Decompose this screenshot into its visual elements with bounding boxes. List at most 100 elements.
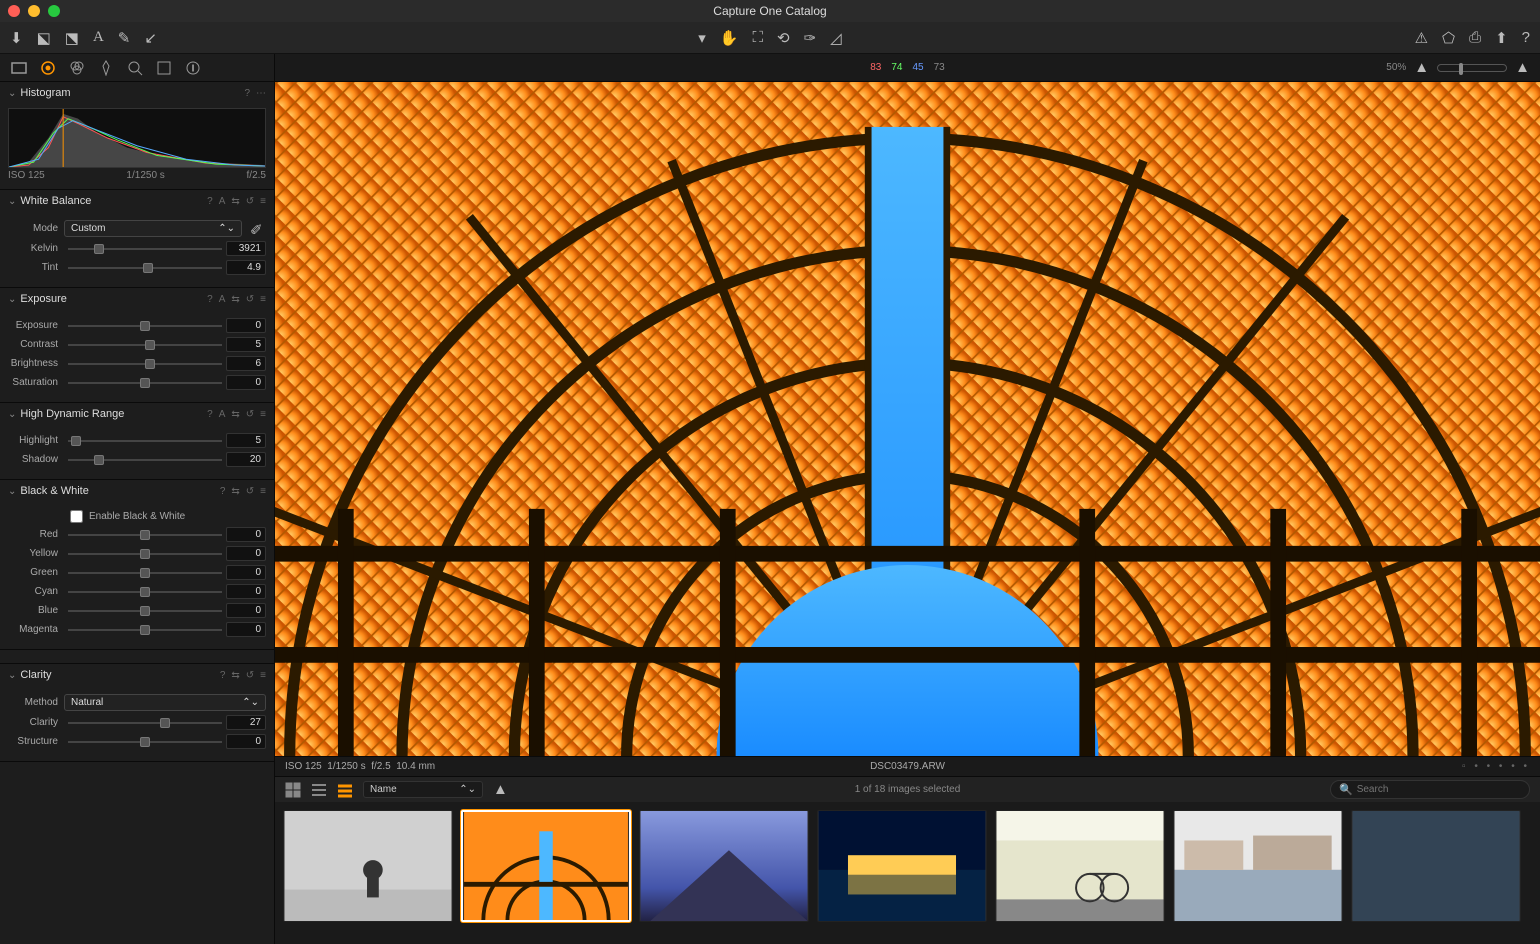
menu-icon[interactable]: ⋯ xyxy=(256,88,266,99)
tab-color-icon[interactable] xyxy=(68,59,86,77)
shadow-slider[interactable] xyxy=(68,459,222,461)
tag-icon[interactable]: ⬠ xyxy=(1442,29,1455,47)
zoom-percent[interactable]: 50% xyxy=(1386,62,1406,73)
help-icon[interactable]: ? xyxy=(220,486,226,497)
close-button[interactable] xyxy=(8,5,20,17)
red-value[interactable]: 0 xyxy=(226,527,266,542)
help-icon[interactable]: ? xyxy=(244,88,250,99)
browser-left-icon[interactable]: ⬕ xyxy=(37,29,51,47)
export-icon[interactable]: ⬆ xyxy=(1495,29,1508,47)
view-grid-icon[interactable] xyxy=(285,782,301,798)
contrast-slider[interactable] xyxy=(68,344,222,346)
clarity-value[interactable]: 27 xyxy=(226,715,266,730)
sort-dir-icon[interactable]: ▲ xyxy=(493,781,508,798)
tab-lens-icon[interactable] xyxy=(39,59,57,77)
menu-icon[interactable]: ≡ xyxy=(260,409,266,420)
erase-icon[interactable]: ↙ xyxy=(144,29,157,47)
menu-icon[interactable]: ≡ xyxy=(260,294,266,305)
exposure-value[interactable]: 0 xyxy=(226,318,266,333)
print-icon[interactable]: ⎙ xyxy=(1469,29,1481,46)
thumbnail[interactable] xyxy=(1351,810,1521,922)
tab-library-icon[interactable] xyxy=(10,59,28,77)
wb-mode-dropdown[interactable]: Custom⌃⌄ xyxy=(64,220,242,237)
blue-value[interactable]: 0 xyxy=(226,603,266,618)
person-right-icon[interactable]: ▲ xyxy=(1515,59,1530,76)
shadow-value[interactable]: 20 xyxy=(226,452,266,467)
menu-icon[interactable]: ≡ xyxy=(260,670,266,681)
highlight-value[interactable]: 5 xyxy=(226,433,266,448)
rotate-icon[interactable]: ⟲ xyxy=(777,29,790,47)
person-left-icon[interactable]: ▲ xyxy=(1414,59,1429,76)
panel-header-clarity[interactable]: ⌄ Clarity ? ⇆ ↺ ≡ xyxy=(0,664,274,686)
color-tag-dots[interactable]: ▫ • • • • • xyxy=(1462,761,1530,772)
reset-icon[interactable]: ↺ xyxy=(246,486,254,497)
reset-icon[interactable]: ↺ xyxy=(246,670,254,681)
eyedropper-icon[interactable]: ✐ xyxy=(250,221,266,237)
cyan-value[interactable]: 0 xyxy=(226,584,266,599)
brush-icon[interactable]: ✎ xyxy=(118,29,131,47)
auto-icon[interactable]: A xyxy=(219,196,226,207)
help-icon[interactable]: ? xyxy=(207,294,213,305)
panel-header-histogram[interactable]: ⌄ Histogram ?⋯ xyxy=(0,82,274,104)
thumbnail[interactable] xyxy=(639,810,809,922)
yellow-value[interactable]: 0 xyxy=(226,546,266,561)
structure-slider[interactable] xyxy=(68,741,222,743)
pan-icon[interactable]: ✋ xyxy=(720,29,739,47)
sort-dropdown[interactable]: Name⌃⌄ xyxy=(363,781,483,798)
warnings-icon[interactable]: ⚠ xyxy=(1415,29,1428,47)
zoom-slider[interactable] xyxy=(1437,64,1507,72)
reset-icon[interactable]: ↺ xyxy=(246,409,254,420)
panel-header-wb[interactable]: ⌄ White Balance ? A ⇆ ↺ ≡ xyxy=(0,190,274,212)
exposure-slider[interactable] xyxy=(68,325,222,327)
search-input[interactable] xyxy=(1357,784,1521,795)
copy-icon[interactable]: ⇆ xyxy=(231,486,239,497)
magenta-value[interactable]: 0 xyxy=(226,622,266,637)
view-filmstrip-icon[interactable] xyxy=(337,782,353,798)
kelvin-slider[interactable] xyxy=(68,248,222,250)
copy-icon[interactable]: ⇆ xyxy=(231,196,239,207)
import-icon[interactable]: ⬇ xyxy=(10,29,23,47)
copy-icon[interactable]: ⇆ xyxy=(231,409,239,420)
thumbnail[interactable] xyxy=(817,810,987,922)
cyan-slider[interactable] xyxy=(68,591,222,593)
green-value[interactable]: 0 xyxy=(226,565,266,580)
browser-right-icon[interactable]: ⬔ xyxy=(65,29,79,47)
tab-detail-icon[interactable] xyxy=(126,59,144,77)
enable-bw-checkbox[interactable] xyxy=(70,510,83,523)
contrast-value[interactable]: 5 xyxy=(226,337,266,352)
method-dropdown[interactable]: Natural⌃⌄ xyxy=(64,694,266,711)
highlight-slider[interactable] xyxy=(68,440,222,442)
copy-icon[interactable]: ⇆ xyxy=(231,294,239,305)
tab-adjust-icon[interactable] xyxy=(155,59,173,77)
thumbnail[interactable] xyxy=(995,810,1165,922)
thumbnail-selected[interactable] xyxy=(461,810,631,922)
cursor-icon[interactable]: ▾ xyxy=(698,29,706,47)
structure-value[interactable]: 0 xyxy=(226,734,266,749)
brightness-value[interactable]: 6 xyxy=(226,356,266,371)
auto-icon[interactable]: A xyxy=(219,409,226,420)
minimize-button[interactable] xyxy=(28,5,40,17)
brightness-slider[interactable] xyxy=(68,363,222,365)
image-canvas[interactable] xyxy=(275,82,1540,756)
auto-icon[interactable]: A xyxy=(219,294,226,305)
magenta-slider[interactable] xyxy=(68,629,222,631)
filmstrip[interactable] xyxy=(275,802,1540,944)
panel-header-bw[interactable]: ⌄ Black & White ? ⇆ ↺ ≡ xyxy=(0,480,274,502)
clarity-slider[interactable] xyxy=(68,722,222,724)
tint-slider[interactable] xyxy=(68,267,222,269)
saturation-slider[interactable] xyxy=(68,382,222,384)
picker-icon[interactable]: ✑ xyxy=(804,29,817,47)
blue-slider[interactable] xyxy=(68,610,222,612)
saturation-value[interactable]: 0 xyxy=(226,375,266,390)
search-box[interactable]: 🔍 xyxy=(1330,780,1530,799)
reset-icon[interactable]: ↺ xyxy=(246,294,254,305)
tint-value[interactable]: 4.9 xyxy=(226,260,266,275)
mask-icon[interactable]: ◿ xyxy=(830,29,842,47)
panel-header-exposure[interactable]: ⌄ Exposure ? A ⇆ ↺ ≡ xyxy=(0,288,274,310)
copy-icon[interactable]: ⇆ xyxy=(231,670,239,681)
tab-metadata-icon[interactable]: i xyxy=(184,59,202,77)
annotate-icon[interactable]: A xyxy=(93,29,104,46)
red-slider[interactable] xyxy=(68,534,222,536)
thumbnail[interactable] xyxy=(283,810,453,922)
view-list-icon[interactable] xyxy=(311,782,327,798)
